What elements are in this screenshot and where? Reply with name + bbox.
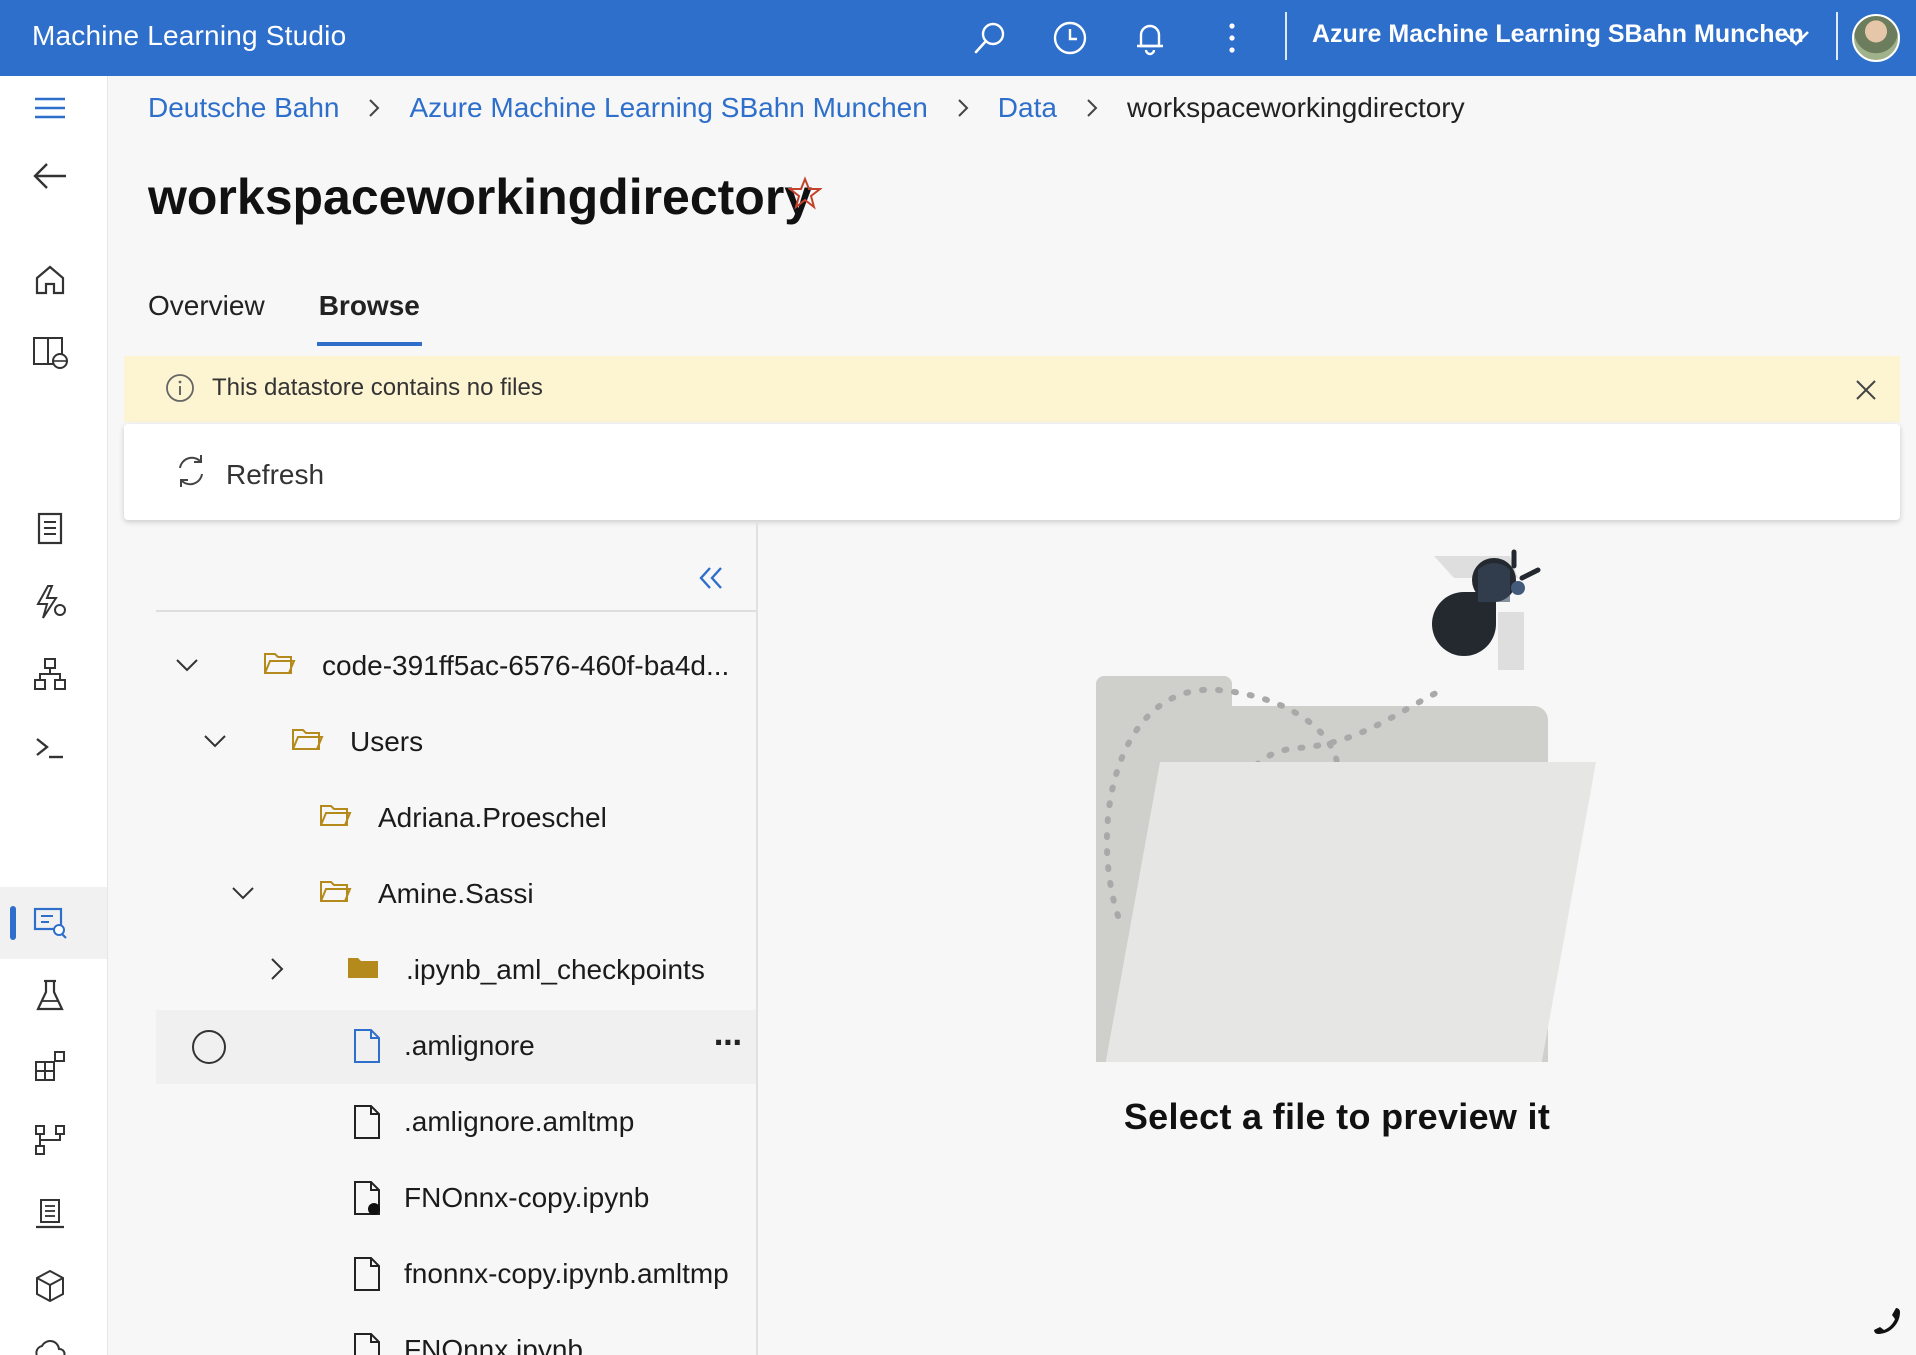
bell-icon[interactable] [1130, 18, 1170, 58]
compute-icon[interactable] [30, 1330, 70, 1355]
avatar[interactable] [1852, 14, 1900, 62]
chevron-right-icon[interactable] [262, 954, 292, 989]
tree-item-label: FNOnnx-copy.ipynb [404, 1182, 650, 1213]
banner-message: This datastore contains no files [212, 374, 543, 401]
breadcrumb: Deutsche Bahn Azure Machine Learning SBa… [148, 92, 1465, 124]
chevron-down-icon[interactable] [228, 878, 258, 913]
more-options-icon[interactable]: ⋯ [714, 1026, 743, 1059]
tree-item-label: code-391ff5ac-6576-460f-ba4d... [322, 650, 730, 681]
info-icon [164, 372, 196, 409]
empty-folder-illustration [1096, 549, 1596, 1062]
pipelines-icon[interactable] [30, 1120, 70, 1160]
breadcrumb-current: workspaceworkingdirectory [1126, 92, 1465, 123]
preview-pane: Select a file to preview it [758, 522, 1916, 1355]
tree-item-label: Adriana.Proeschel [378, 802, 607, 833]
favorite-star-icon[interactable] [787, 176, 823, 215]
tree-item-label: .amlignore.amltmp [404, 1106, 635, 1137]
folder-open-icon [318, 876, 352, 911]
chevron-down-icon[interactable] [172, 650, 202, 685]
tree-item-label: FNOnnx.ipynb [404, 1334, 583, 1355]
refresh-button[interactable]: Refresh [174, 452, 324, 497]
tree-row-file[interactable]: .amlignore ⋯ [156, 1010, 756, 1084]
notebooks-icon[interactable] [30, 508, 70, 548]
menu-icon[interactable] [30, 88, 70, 128]
tree-item-label: fnonnx-copy.ipynb.amltmp [404, 1258, 729, 1289]
nav-active-indicator [10, 906, 16, 940]
file-tree: code-391ff5ac-6576-460f-ba4d... Users Ad… [156, 522, 758, 1355]
divider [1836, 12, 1838, 60]
search-icon[interactable] [970, 18, 1010, 58]
tab-overview[interactable]: Overview [148, 290, 265, 344]
breadcrumb-link[interactable]: Deutsche Bahn [148, 92, 339, 124]
designer-icon[interactable] [30, 654, 70, 694]
chevron-right-icon [956, 97, 970, 119]
chevron-down-icon[interactable] [1780, 22, 1812, 57]
model-catalog-icon[interactable] [30, 332, 70, 372]
components-icon[interactable] [30, 1046, 70, 1086]
refresh-icon [174, 452, 208, 497]
refresh-label: Refresh [226, 458, 325, 490]
folder-icon [346, 952, 380, 987]
page-title: workspaceworkingdirectory [148, 169, 813, 225]
phone-icon[interactable] [1870, 1304, 1904, 1343]
close-icon[interactable] [1850, 374, 1882, 406]
prompt-flow-icon[interactable] [30, 728, 70, 768]
tree-row-folder[interactable]: Amine.Sassi [156, 858, 756, 932]
app-title: Machine Learning Studio [32, 20, 347, 51]
collapse-pane-icon[interactable] [696, 564, 726, 597]
tree-row-file[interactable]: FNOnnx-copy.ipynb [156, 1162, 756, 1236]
breadcrumb-link[interactable]: Data [998, 92, 1057, 124]
automl-icon[interactable] [30, 582, 70, 622]
tree-item-label: Users [350, 726, 424, 757]
left-navigation [0, 76, 108, 1355]
divider [1285, 12, 1287, 60]
tree-item-label: .amlignore [404, 1030, 535, 1061]
models-icon[interactable] [30, 1266, 70, 1306]
breadcrumb-link[interactable]: Azure Machine Learning SBahn Munchen [409, 92, 927, 124]
file-icon [352, 1028, 382, 1069]
tree-row-folder[interactable]: Users [156, 706, 756, 780]
notebook-file-icon [352, 1332, 382, 1355]
tree-item-label: Amine.Sassi [378, 878, 534, 909]
history-icon[interactable] [1050, 18, 1090, 58]
tree-row-file[interactable]: FNOnnx.ipynb [156, 1314, 756, 1355]
workspace-selector[interactable]: Azure Machine Learning SBahn Munchen [1312, 20, 1804, 49]
select-radio[interactable] [192, 1030, 226, 1064]
folder-open-icon [262, 648, 296, 683]
preview-empty-message: Select a file to preview it [1123, 1096, 1551, 1137]
file-icon [352, 1104, 382, 1145]
notebook-file-icon [352, 1180, 382, 1221]
home-icon[interactable] [30, 260, 70, 300]
more-icon[interactable] [1212, 18, 1252, 58]
chevron-right-icon [367, 97, 381, 119]
chevron-down-icon[interactable] [200, 726, 230, 761]
tree-row-file[interactable]: fnonnx-copy.ipynb.amltmp [156, 1238, 756, 1312]
environments-icon[interactable] [30, 1194, 70, 1234]
tree-row-folder[interactable]: .ipynb_aml_checkpoints [156, 934, 756, 1008]
tab-list: Overview Browse [148, 290, 474, 346]
file-icon [352, 1256, 382, 1297]
info-banner: This datastore contains no files [124, 356, 1900, 422]
tree-row-folder[interactable]: Adriana.Proeschel [156, 782, 756, 856]
command-bar: Refresh [124, 424, 1900, 520]
tree-item-label: .ipynb_aml_checkpoints [406, 954, 705, 985]
jobs-icon[interactable] [30, 976, 70, 1016]
divider [156, 610, 756, 612]
main-content: Deutsche Bahn Azure Machine Learning SBa… [108, 76, 1916, 1355]
tree-row-file[interactable]: .amlignore.amltmp [156, 1086, 756, 1160]
tab-browse[interactable]: Browse [316, 290, 423, 346]
folder-open-icon [318, 800, 352, 835]
data-icon[interactable] [30, 902, 70, 942]
folder-open-icon [290, 724, 324, 759]
tree-row-folder[interactable]: code-391ff5ac-6576-460f-ba4d... [156, 630, 756, 704]
back-icon[interactable] [30, 156, 70, 196]
chevron-right-icon [1085, 97, 1099, 119]
top-bar: Machine Learning Studio Azure Machine Le… [0, 0, 1916, 76]
